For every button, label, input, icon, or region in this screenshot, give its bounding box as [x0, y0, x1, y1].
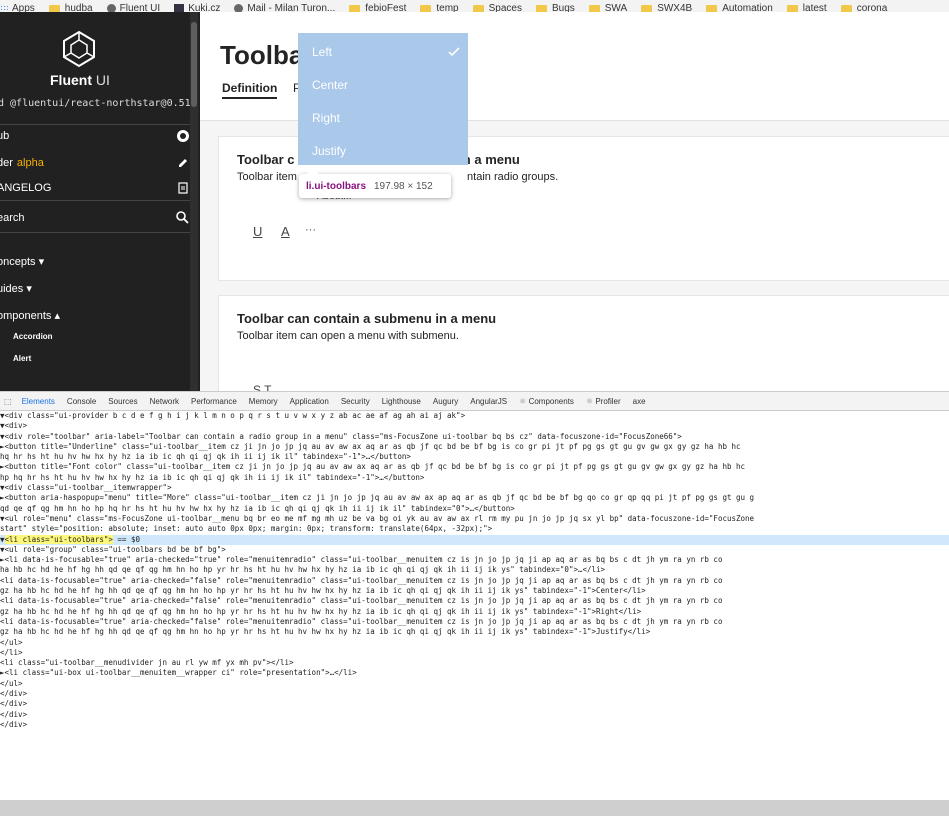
- menu-item-center[interactable]: Center: [312, 78, 348, 92]
- sidebar-subitem-alert[interactable]: Alert: [13, 354, 31, 363]
- sidebar-item-builder[interactable]: der alpha: [0, 157, 189, 169]
- dom-tree-line[interactable]: </div>: [0, 699, 949, 709]
- sidebar-divider: [0, 232, 195, 233]
- dom-tree-line[interactable]: </div>: [0, 689, 949, 699]
- tooltip-dimensions: 197.98 × 152: [374, 180, 433, 192]
- dom-tree-line[interactable]: gz ha hb hc hd he hf hg hh qd qe qf qg h…: [0, 586, 949, 596]
- devtools-tab-console[interactable]: Console: [67, 397, 96, 406]
- dom-tree-line[interactable]: hp hq hr hs ht hu hv hw hx hy hz ia ib i…: [0, 473, 949, 483]
- toolbar-buttons-partial[interactable]: S T ...: [253, 383, 285, 391]
- dom-tree-line[interactable]: </ul>: [0, 679, 949, 689]
- devtools-tab-network[interactable]: Network: [150, 397, 179, 406]
- sidebar-item-github[interactable]: ub: [0, 130, 189, 142]
- fluent-logo-icon: [63, 30, 95, 68]
- radio-menu-highlight: Left Center Right Justify: [298, 33, 468, 165]
- devtools-tab-memory[interactable]: Memory: [249, 397, 278, 406]
- sidebar-item-guides[interactable]: uides ▾: [0, 282, 189, 295]
- font-color-button[interactable]: A: [281, 224, 290, 239]
- dom-tree-line[interactable]: ►<button title="Font color" class="ui-to…: [0, 462, 949, 472]
- devtools-tab-sources[interactable]: Sources: [108, 397, 137, 406]
- dom-tree-line[interactable]: ▼<ul role="group" class="ui-toolbars bd …: [0, 545, 949, 555]
- menu-item-left[interactable]: Left: [312, 45, 332, 59]
- search-icon: [176, 211, 189, 224]
- sidebar-scrollbar[interactable]: [190, 12, 198, 391]
- devtools-tab-elements[interactable]: Elements: [22, 397, 55, 406]
- devtools-tab-components[interactable]: Components: [519, 397, 574, 406]
- menu-item-right[interactable]: Right: [312, 111, 340, 125]
- dom-tree-line[interactable]: </ul>: [0, 638, 949, 648]
- elements-dom-tree[interactable]: ▼<div class="ui-provider b c d e f g h i…: [0, 411, 949, 801]
- sidebar-divider: [0, 124, 195, 125]
- dom-tree-line[interactable]: gz ha hb hc hd he hf hg hh qd qe qf qg h…: [0, 607, 949, 617]
- underline-button[interactable]: U: [253, 224, 262, 239]
- dom-tree-line[interactable]: gz ha hb hc hd he hf hg hh qd qe qf qg h…: [0, 627, 949, 637]
- sidebar: Fluent UI d @fluentui/react-northstar@0.…: [0, 12, 200, 391]
- example-card-submenu: Toolbar can contain a submenu in a menu …: [218, 295, 949, 391]
- dom-tree-line[interactable]: ha hb hc hd he hf hg hh qd qe qf qg hm h…: [0, 565, 949, 575]
- document-icon: [178, 182, 188, 194]
- sidebar-subitem-accordion[interactable]: Accordion: [13, 332, 53, 341]
- package-version: d @fluentui/react-northstar@0.51: [0, 98, 191, 109]
- devtools-panel: ⬚ Elements Console Sources Network Performan…: [0, 391, 949, 801]
- dom-tree-line[interactable]: qd qe qf qg hm hn ho hp hq hr hs ht hu h…: [0, 504, 949, 514]
- dom-tree-line[interactable]: ▼<div class="ui-provider b c d e f g h i…: [0, 411, 949, 421]
- dom-tree-line[interactable]: ▼<div class="ui-toolbar__itemwrapper">: [0, 483, 949, 493]
- inspector-tooltip: li.ui-toolbars 197.98 × 152: [299, 168, 451, 198]
- tab-definition[interactable]: Definition: [222, 81, 278, 99]
- dom-tree-line[interactable]: <li data-is-focusable="true" aria-checke…: [0, 617, 949, 627]
- devtools-tab-performance[interactable]: Performance: [191, 397, 237, 406]
- dom-tree-line[interactable]: <li data-is-focusable="true" aria-checke…: [0, 596, 949, 606]
- pencil-icon: [179, 159, 187, 167]
- tooltip-selector: li.ui-toolbars: [306, 180, 366, 192]
- devtools-tab-augury[interactable]: Augury: [433, 397, 458, 406]
- more-button[interactable]: ···: [305, 224, 316, 236]
- sidebar-scroll-thumb[interactable]: [191, 22, 197, 107]
- example-title: Toolbar can contain a submenu in a menu: [237, 311, 497, 326]
- check-icon: [448, 47, 460, 57]
- tooltip-arrow: [307, 168, 319, 174]
- alpha-badge: alpha: [16, 157, 44, 169]
- inspect-icon[interactable]: ⬚: [4, 397, 12, 406]
- github-icon: [177, 130, 189, 142]
- selected-dom-node[interactable]: ▼<li class="ui-toolbars"> == $0: [0, 534, 949, 545]
- sidebar-search[interactable]: earch: [0, 211, 189, 224]
- dom-tree-line[interactable]: ►<button aria-haspopup="menu" title="Mor…: [0, 493, 949, 503]
- brand-title[interactable]: Fluent UI: [50, 72, 110, 88]
- dom-tree-line[interactable]: ▼<ul role="menu" class="ms-FocusZone ui-…: [0, 514, 949, 524]
- dom-tree-line[interactable]: </li>: [0, 648, 949, 658]
- dom-tree-line[interactable]: <li class="ui-toolbar__menudivider jn au…: [0, 658, 949, 668]
- sidebar-item-components[interactable]: omponents ▴: [0, 309, 189, 322]
- dom-tree-line[interactable]: ▼<div>: [0, 421, 949, 431]
- devtools-bottom-bar: [0, 800, 949, 816]
- dom-tree-line[interactable]: ▼<div role="toolbar" aria-label="Toolbar…: [0, 432, 949, 442]
- devtools-tab-bar: ⬚ Elements Console Sources Network Performan…: [0, 392, 949, 411]
- devtools-tab-lighthouse[interactable]: Lighthouse: [382, 397, 421, 406]
- dom-tree-line[interactable]: start" style="position: absolute; inset:…: [0, 524, 949, 534]
- menu-item-justify[interactable]: Justify: [312, 144, 346, 158]
- sidebar-item-concepts[interactable]: oncepts ▾: [0, 255, 189, 268]
- dom-tree-line[interactable]: ►<li data-is-focusable="true" aria-check…: [0, 555, 949, 565]
- devtools-tab-profiler[interactable]: Profiler: [586, 397, 620, 406]
- highlighted-node-tag: <li class="ui-toolbars">: [4, 534, 113, 544]
- devtools-tab-application[interactable]: Application: [290, 397, 329, 406]
- devtools-tab-axe[interactable]: axe: [633, 397, 646, 406]
- devtools-tab-angularjs[interactable]: AngularJS: [470, 397, 507, 406]
- dom-tree-line[interactable]: <li data-is-focusable="true" aria-checke…: [0, 576, 949, 586]
- dom-tree-line[interactable]: ►<li class="ui-box ui-toolbar__menuitem_…: [0, 668, 949, 678]
- sidebar-item-changelog[interactable]: ANGELOG: [0, 182, 189, 194]
- example-description: Toolbar item can open a menu with submen…: [237, 330, 459, 342]
- dom-tree-line[interactable]: </div>: [0, 720, 949, 730]
- sidebar-divider: [0, 200, 195, 201]
- dom-tree-line[interactable]: </div>: [0, 710, 949, 720]
- dom-tree-line[interactable]: ►<button title="Underline" class="ui-too…: [0, 442, 949, 452]
- devtools-tab-security[interactable]: Security: [341, 397, 370, 406]
- dom-tree-line[interactable]: hq hr hs ht hu hv hw hx hy hz ia ib ic q…: [0, 452, 949, 462]
